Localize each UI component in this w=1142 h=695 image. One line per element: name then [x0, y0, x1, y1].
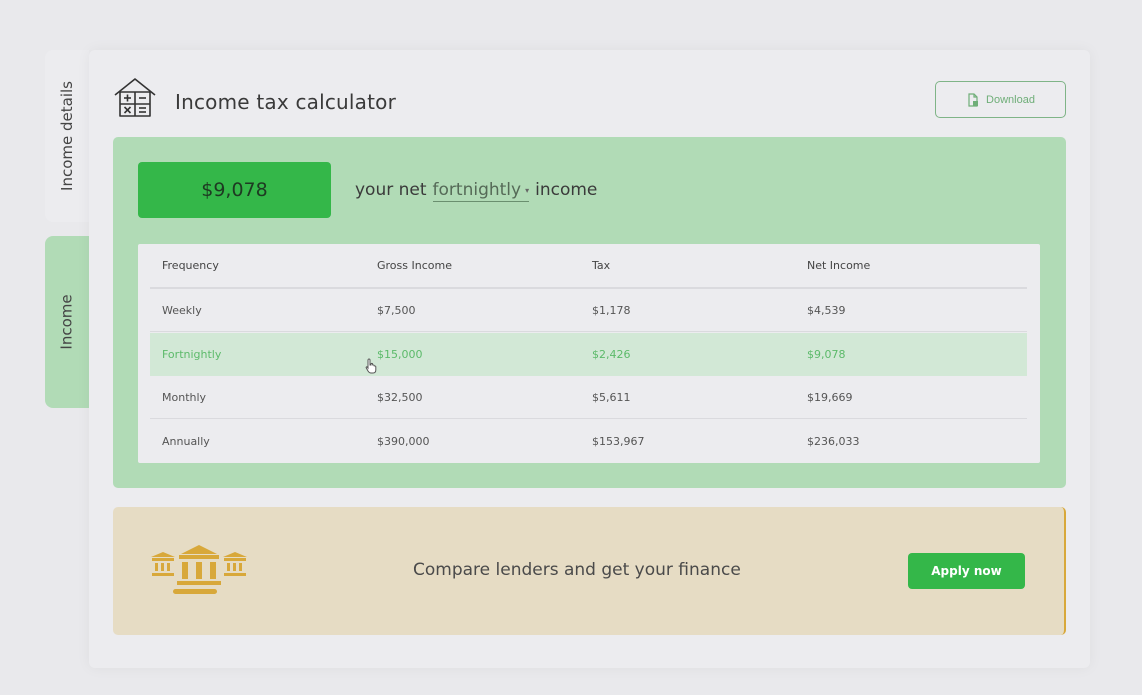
cell-frequency: Annually	[162, 435, 210, 448]
income-table: Frequency Gross Income Tax Net Income We…	[138, 244, 1040, 463]
table-row[interactable]: Annually $390,000 $153,967 $236,033	[150, 420, 1027, 463]
cell-net: $19,669	[807, 390, 853, 404]
table-header-row: Frequency Gross Income Tax Net Income	[150, 244, 1027, 289]
cell-net: $236,033	[807, 435, 860, 448]
tab-income-details-label: Income details	[58, 81, 76, 191]
table-row-highlighted[interactable]: Fortnightly $15,000 $2,426 $9,078	[150, 333, 1027, 376]
table-row[interactable]: Monthly $32,500 $5,611 $19,669	[150, 376, 1027, 419]
calculator-house-icon	[114, 78, 156, 117]
net-caption-suffix: income	[535, 180, 598, 200]
results-panel: $9,078 your net fortnightly ▾ income Fre…	[113, 137, 1066, 488]
tab-income-details[interactable]: Income details	[45, 50, 89, 222]
column-header: Tax	[592, 259, 611, 272]
cell-tax: $2,426	[592, 348, 631, 361]
net-income-amount: $9,078	[138, 162, 331, 218]
table-row[interactable]: Weekly $7,500 $1,178 $4,539	[150, 289, 1027, 332]
column-header: Gross Income	[377, 259, 452, 272]
cell-frequency: Monthly	[162, 390, 207, 404]
tab-income-label: Income	[58, 294, 77, 350]
cell-frequency: Weekly	[162, 303, 202, 317]
cell-net: $9,078	[807, 348, 846, 361]
cell-tax: $1,178	[592, 303, 631, 317]
calculator-card: Income tax calculator Download $9,078 yo…	[89, 50, 1090, 668]
tab-income[interactable]: Income	[45, 236, 89, 408]
frequency-dropdown[interactable]: fortnightly ▾	[432, 180, 530, 202]
cell-frequency: Fortnightly	[162, 348, 222, 361]
net-caption-prefix: your net	[355, 180, 427, 200]
cell-net: $4,539	[807, 303, 846, 317]
cell-gross: $15,000	[377, 348, 423, 361]
lender-promo-banner: Compare lenders and get your finance App…	[113, 507, 1066, 635]
column-header: Net Income	[807, 259, 871, 272]
column-header: Frequency	[162, 259, 219, 272]
promo-text: Compare lenders and get your finance	[413, 560, 741, 580]
frequency-value: fortnightly	[432, 180, 522, 200]
cell-tax: $153,967	[592, 435, 645, 448]
hand-cursor-icon	[365, 358, 377, 374]
page-title: Income tax calculator	[175, 90, 397, 114]
bank-icon	[151, 545, 247, 594]
download-label: Download	[986, 93, 1035, 106]
net-income-caption: your net fortnightly ▾ income	[355, 180, 597, 202]
apply-now-button[interactable]: Apply now	[908, 553, 1025, 589]
cell-gross: $390,000	[377, 435, 430, 448]
cell-gross: $7,500	[377, 303, 416, 317]
caret-down-icon: ▾	[525, 185, 530, 195]
document-icon	[968, 92, 979, 107]
download-button[interactable]: Download	[935, 81, 1066, 118]
cell-gross: $32,500	[377, 390, 423, 404]
cell-tax: $5,611	[592, 390, 631, 404]
